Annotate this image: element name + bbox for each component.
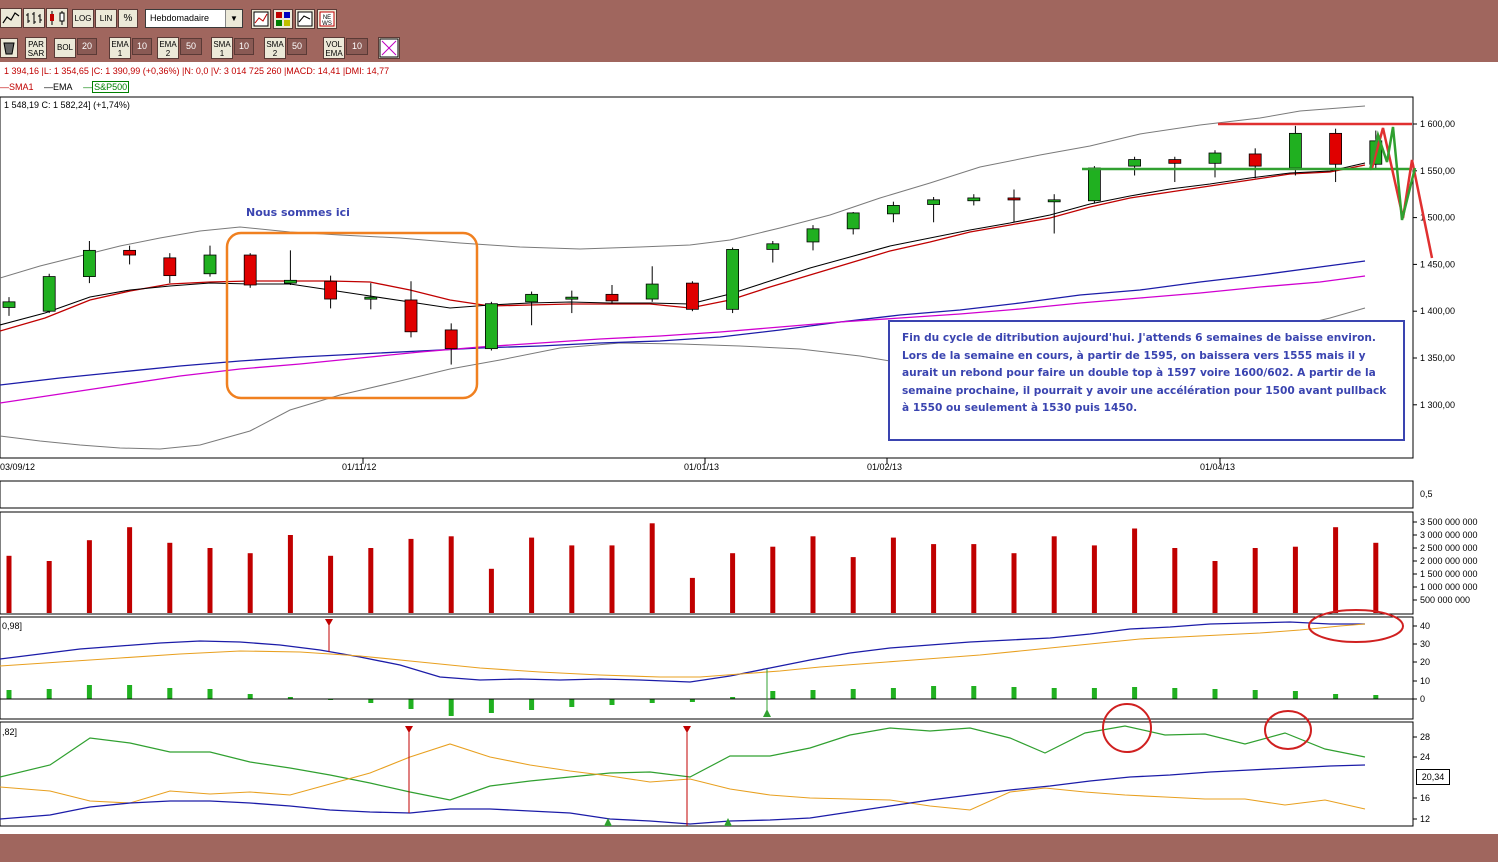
bol-button[interactable]: BOL [54,38,76,58]
lin-button[interactable]: LIN [95,9,117,28]
period-select-value: Hebdomadaire [150,13,210,23]
line-chart-icon[interactable] [0,8,22,28]
ema1-button[interactable]: EMA 1 [109,37,131,59]
bol-period-field[interactable]: 20 [77,38,97,55]
ohlc-info-line: 1 394,16 |L: 1 354,65 |C: 1 390,99 (+0,3… [4,66,390,76]
legend-sp500: — S&P500 [83,81,130,93]
chart-area[interactable] [0,62,1498,834]
sma2-period-field[interactable]: 50 [287,38,307,55]
vol-ema-period-field[interactable]: 10 [346,38,368,55]
status-bar [0,834,1498,862]
ema1-period-field[interactable]: 10 [132,38,152,55]
candlestick-icon[interactable] [46,8,68,28]
legend: —SMA1 —EMA — S&P500 [0,81,137,95]
ema2-period-field[interactable]: 50 [180,38,202,55]
sma1-button[interactable]: SMA 1 [211,37,233,59]
period-select[interactable]: Hebdomadaire ▼ [145,9,243,28]
legend-sma1: —SMA1 [0,82,34,92]
annotation-label: Nous sommes ici [246,206,350,219]
news-icon[interactable]: NE WS [317,9,337,29]
ema2-button[interactable]: EMA 2 [157,37,179,59]
vol-ema-button[interactable]: VOL EMA [323,37,345,59]
svg-text:WS: WS [322,21,332,27]
delete-icon[interactable] [0,38,18,58]
sma1-period-field[interactable]: 10 [234,38,254,55]
crosshair-icon[interactable] [378,37,400,59]
dmi-current-value: 20,34 [1416,769,1450,785]
parsar-button[interactable]: PAR SAR [25,37,47,59]
price-subinfo: 1 548,19 C: 1 582,24] (+1,74%) [4,100,130,110]
palette-icon[interactable] [273,9,293,29]
forecast-note: Fin du cycle de ditribution aujourd'hui.… [888,320,1405,441]
sma2-button[interactable]: SMA 2 [264,37,286,59]
indicator-toolbar: PAR SAR BOL 20 EMA 1 10 EMA 2 50 SMA 1 1… [0,34,1498,62]
chevron-down-icon[interactable]: ▼ [225,10,242,27]
compare-icon[interactable] [295,9,315,29]
legend-ema: —EMA [44,82,73,92]
chart-type-icon[interactable] [251,9,271,29]
bar-chart-icon[interactable] [23,8,45,28]
log-button[interactable]: LOG [72,9,94,28]
main-toolbar: LOG LIN % Hebdomadaire ▼ NE WS [0,0,1498,34]
percent-button[interactable]: % [118,9,138,28]
